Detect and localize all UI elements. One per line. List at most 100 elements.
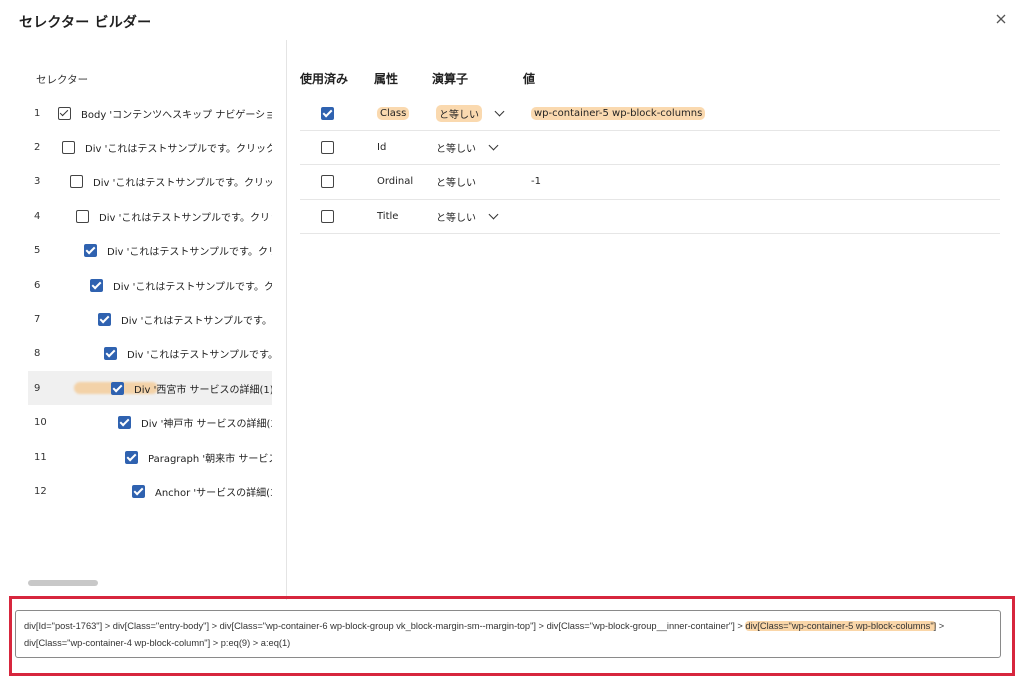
column-header-operator: 演算子	[432, 72, 469, 86]
selector-tree-item: Div 'これはテストサンプルです。クリックを	[98, 312, 272, 327]
row-checkbox[interactable]	[111, 381, 124, 395]
row-number: 5	[34, 245, 41, 257]
chevron-down-icon[interactable]	[488, 209, 499, 220]
operator-dropdown[interactable]: と等しい	[436, 96, 505, 130]
row-number: 11	[34, 451, 47, 463]
row-checkbox[interactable]	[98, 312, 111, 326]
selector-tree-row[interactable]: 4 Div 'これはテストサンプルです。クリックをする	[28, 199, 272, 233]
operator-label: と等しい	[436, 178, 476, 190]
selector-tree-item-label: Div 'これはテストサンプルです。クリックを	[121, 315, 272, 327]
selector-tree-label: セレクター	[36, 74, 89, 86]
row-checkbox[interactable]	[84, 244, 97, 258]
selector-tree-item-label: Div 'これはテストサンプルです。クリックをすると	[93, 178, 272, 190]
selector-tree-item-label: Div 'これはテストサンプルです。クリックをす	[107, 247, 272, 259]
selector-tree-row[interactable]: 12 Anchor 'サービスの詳細(34)'	[28, 474, 272, 508]
row-checkbox[interactable]	[125, 450, 138, 464]
chevron-down-icon[interactable]	[494, 106, 505, 116]
operator-dropdown[interactable]: と等しい	[436, 199, 499, 233]
attribute-name: Id	[377, 141, 387, 153]
attribute-value: -1	[531, 176, 541, 188]
selector-tree-row[interactable]: 8 Div 'これはテストサンプルです。クリックし	[28, 337, 272, 371]
selector-tree-item-label: Body 'コンテンツへスキップ ナビゲーションに移動 しく	[81, 109, 272, 121]
operator-label: と等しい	[436, 104, 482, 122]
selector-tree-item: Anchor 'サービスの詳細(34)'	[132, 484, 272, 499]
attribute-cell: Ordinal	[377, 165, 413, 199]
attribute-cell: Id	[377, 130, 386, 164]
selector-tree-item: Div '神戸市 サービスの詳細(31)	[118, 415, 272, 430]
selector-tree-row[interactable]: 5 Div 'これはテストサンプルです。クリックをす	[28, 234, 272, 268]
row-checkbox[interactable]	[58, 106, 71, 120]
used-checkbox[interactable]	[321, 140, 334, 154]
operator-label: と等しい	[436, 143, 476, 155]
selector-tree-item-label: Anchor 'サービスの詳細(34)'	[155, 487, 272, 499]
attribute-name: Title	[377, 210, 399, 222]
operator-dropdown[interactable]: と等しい	[436, 130, 499, 164]
operator-dropdown: と等しい	[436, 165, 476, 199]
tree-horizontal-scrollbar[interactable]	[28, 580, 98, 586]
selector-tree-item: Div 'これはテストサンプルです。クリックをすると	[70, 174, 272, 189]
attribute-row: Class と等しい wp-container-5 wp-block-columns	[300, 96, 1000, 131]
operator-label: と等しい	[436, 212, 476, 224]
used-checkbox[interactable]	[321, 175, 334, 189]
selector-builder-dialog: セレクター ビルダー セレクター 1 Body 'コンテンツへスキップ ナビゲーシ…	[0, 0, 1024, 699]
selector-tree-item-label: Div 'これはテストサンプルです。クリックを	[113, 281, 272, 293]
selector-tree-item: Div 'これはテストサンプルです。クリックをす	[84, 243, 272, 258]
value-cell[interactable]: -1	[531, 165, 541, 199]
used-checkbox[interactable]	[321, 106, 334, 120]
row-checkbox[interactable]	[70, 175, 83, 189]
chevron-down-icon[interactable]	[488, 140, 499, 151]
row-checkbox[interactable]	[62, 140, 75, 154]
selector-tree-item-label: Paragraph '朝来市 サービスの	[148, 453, 272, 465]
row-number: 6	[34, 279, 41, 291]
column-header-used: 使用済み	[300, 72, 349, 86]
selector-tree-item-label: Div '西宮市 サービスの詳細(1) 芦屋	[134, 384, 272, 396]
row-number: 12	[34, 485, 47, 497]
attribute-cell: Title	[377, 199, 398, 233]
selector-tree-item-label: Div '神戸市 サービスの詳細(31)	[141, 419, 272, 431]
attribute-row: Id と等しい	[300, 130, 1000, 166]
selector-tree-item-label: Div 'これはテストサンプルです。クリックし	[127, 350, 272, 362]
used-cell	[321, 199, 334, 233]
attribute-name: Class	[377, 106, 410, 120]
attribute-value: wp-container-5 wp-block-columns	[531, 106, 706, 120]
selector-tree: 1 Body 'コンテンツへスキップ ナビゲーションに移動 しく 2 Div 'これは…	[28, 96, 272, 600]
selector-tree-item: Div 'これはテストサンプルです。クリックし	[104, 346, 272, 361]
attribute-row: Ordinal と等しい -1	[300, 165, 1000, 200]
row-number: 2	[34, 141, 41, 153]
dialog-title: セレクター ビルダー	[19, 15, 152, 31]
selector-tree-row[interactable]: 7 Div 'これはテストサンプルです。クリックを	[28, 302, 272, 336]
value-cell[interactable]: wp-container-5 wp-block-columns	[531, 96, 706, 130]
selector-tree-item: Paragraph '朝来市 サービスの	[125, 450, 272, 465]
attribute-row: Title と等しい	[300, 199, 1000, 235]
selector-tree-row[interactable]: 1 Body 'コンテンツへスキップ ナビゲーションに移動 しく	[28, 96, 272, 130]
selector-tree-row[interactable]: 11 Paragraph '朝来市 サービスの	[28, 440, 272, 474]
row-number: 7	[34, 313, 41, 325]
panel-divider	[286, 40, 287, 600]
column-header-value: 値	[523, 72, 536, 86]
row-checkbox[interactable]	[90, 278, 103, 292]
selector-path-part1: div[Id="post-1763"] > div[Class="entry-b…	[24, 621, 746, 631]
selector-tree-row[interactable]: 6 Div 'これはテストサンプルです。クリックを	[28, 268, 272, 302]
used-checkbox[interactable]	[321, 209, 334, 223]
selector-path-field[interactable]: div[Id="post-1763"] > div[Class="entry-b…	[15, 610, 1001, 658]
row-number: 1	[34, 107, 41, 119]
used-cell	[321, 130, 334, 164]
row-checkbox[interactable]	[76, 209, 89, 223]
selector-tree-item: Div '西宮市 サービスの詳細(1) 芦屋	[111, 381, 272, 396]
selector-tree-item-label: Div 'これはテストサンプルです。クリックをすると「	[85, 143, 272, 155]
row-checkbox[interactable]	[104, 347, 117, 361]
selector-tree-row[interactable]: 3 Div 'これはテストサンプルです。クリックをすると	[28, 165, 272, 199]
selector-tree-row[interactable]: 2 Div 'これはテストサンプルです。クリックをすると「	[28, 130, 272, 164]
close-icon[interactable]	[993, 11, 1009, 27]
attribute-cell: Class	[377, 96, 410, 130]
selector-tree-row[interactable]: 9 Div '西宮市 サービスの詳細(1) 芦屋	[28, 371, 272, 406]
used-cell	[321, 165, 334, 199]
selector-tree-item: Div 'これはテストサンプルです。クリックを	[90, 278, 272, 293]
selector-tree-item: Div 'これはテストサンプルです。クリックをする	[76, 209, 272, 224]
row-number: 10	[34, 417, 47, 429]
column-header-attribute: 属性	[374, 72, 399, 86]
row-checkbox[interactable]	[132, 484, 145, 498]
row-checkbox[interactable]	[118, 416, 131, 430]
row-number: 9	[34, 382, 41, 394]
selector-tree-row[interactable]: 10 Div '神戸市 サービスの詳細(31)	[28, 406, 272, 440]
